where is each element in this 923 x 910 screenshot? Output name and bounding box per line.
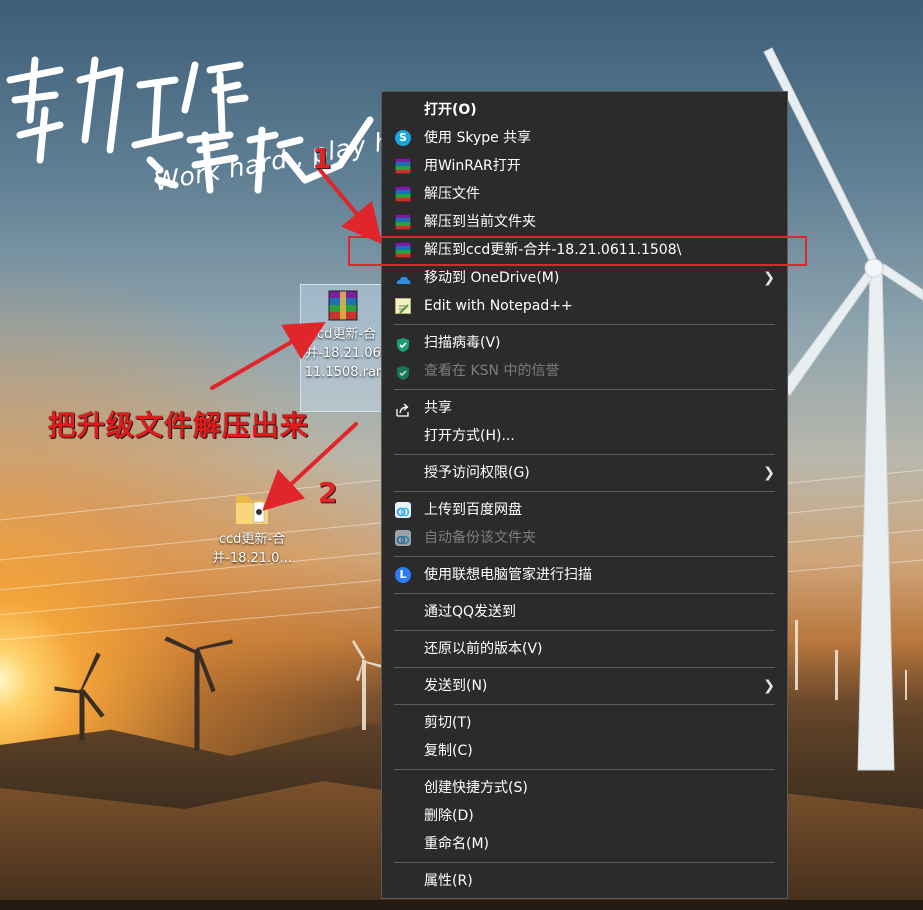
menu-item-delete[interactable]: 删除(D) <box>382 802 787 830</box>
menu-separator <box>394 389 775 390</box>
winrar-icon <box>395 186 411 202</box>
menu-item-send-via-qq[interactable]: 通过QQ发送到 <box>382 598 787 626</box>
menu-item-extract-here[interactable]: 解压到当前文件夹 <box>382 208 787 236</box>
desktop-folder-label: ccd更新-合并-18.21.0... <box>212 532 292 566</box>
menu-item-copy[interactable]: 复制(C) <box>382 737 787 765</box>
menu-item-auto-backup[interactable]: 自动备份该文件夹 <box>382 524 787 552</box>
menu-item-skype-share[interactable]: S 使用 Skype 共享 <box>382 124 787 152</box>
submenu-arrow-icon: ❯ <box>763 465 775 481</box>
desktop-rar-file[interactable]: ccd更新-合并-18.21.0611.1508.rar <box>300 284 386 412</box>
desktop-rar-file-label: ccd更新-合并-18.21.0611.1508.rar <box>304 327 382 380</box>
menu-item-move-to-onedrive[interactable]: 移动到 OneDrive(M) ❯ <box>382 264 787 292</box>
menu-separator <box>394 454 775 455</box>
menu-separator <box>394 556 775 557</box>
menu-separator <box>394 324 775 325</box>
shield-icon <box>395 363 411 380</box>
menu-item-rename[interactable]: 重命名(M) <box>382 830 787 858</box>
share-icon <box>395 400 411 417</box>
menu-item-lenovo-scan[interactable]: L 使用联想电脑管家进行扫描 <box>382 561 787 589</box>
step-number-1: 1 <box>312 142 332 175</box>
submenu-arrow-icon: ❯ <box>763 678 775 694</box>
menu-item-create-shortcut[interactable]: 创建快捷方式(S) <box>382 774 787 802</box>
menu-item-ksn-reputation[interactable]: 查看在 KSN 中的信誉 <box>382 357 787 385</box>
menu-separator <box>394 593 775 594</box>
menu-separator <box>394 630 775 631</box>
shield-icon <box>395 335 411 352</box>
menu-item-open-with-winrar[interactable]: 用WinRAR打开 <box>382 152 787 180</box>
menu-separator <box>394 862 775 863</box>
highlight-box-extract-item <box>348 236 807 266</box>
menu-item-extract-files[interactable]: 解压文件 <box>382 180 787 208</box>
onedrive-icon <box>395 270 411 286</box>
folder-icon <box>232 488 272 528</box>
menu-separator <box>394 769 775 770</box>
winrar-archive-icon <box>326 289 360 323</box>
desktop-extracted-folder[interactable]: ccd更新-合并-18.21.0... <box>200 488 304 568</box>
menu-item-scan-virus[interactable]: 扫描病毒(V) <box>382 329 787 357</box>
menu-item-send-to[interactable]: 发送到(N) ❯ <box>382 672 787 700</box>
winrar-icon <box>395 158 411 174</box>
menu-separator <box>394 491 775 492</box>
menu-item-properties[interactable]: 属性(R) <box>382 867 787 895</box>
instruction-annotation: 把升级文件解压出来 <box>48 409 310 442</box>
menu-item-cut[interactable]: 剪切(T) <box>382 709 787 737</box>
winrar-icon <box>395 214 411 230</box>
baidu-netdisk-icon <box>395 530 411 546</box>
menu-item-grant-access[interactable]: 授予访问权限(G) ❯ <box>382 459 787 487</box>
skype-icon: S <box>395 130 411 146</box>
menu-item-share[interactable]: 共享 <box>382 394 787 422</box>
menu-item-open-with[interactable]: 打开方式(H)... <box>382 422 787 450</box>
context-menu: 打开(O) S 使用 Skype 共享 用WinRAR打开 解压文件 解压到当前… <box>381 91 788 899</box>
submenu-arrow-icon: ❯ <box>763 270 775 286</box>
menu-item-upload-baidu[interactable]: 上传到百度网盘 <box>382 496 787 524</box>
notepad-plus-plus-icon <box>395 298 411 314</box>
menu-item-edit-notepadpp[interactable]: Edit with Notepad++ <box>382 292 787 320</box>
step-number-2: 2 <box>318 476 338 509</box>
baidu-netdisk-icon <box>395 502 411 518</box>
menu-item-restore-previous[interactable]: 还原以前的版本(V) <box>382 635 787 663</box>
lenovo-icon: L <box>395 567 411 583</box>
menu-separator <box>394 667 775 668</box>
menu-item-open[interactable]: 打开(O) <box>382 96 787 124</box>
menu-separator <box>394 704 775 705</box>
